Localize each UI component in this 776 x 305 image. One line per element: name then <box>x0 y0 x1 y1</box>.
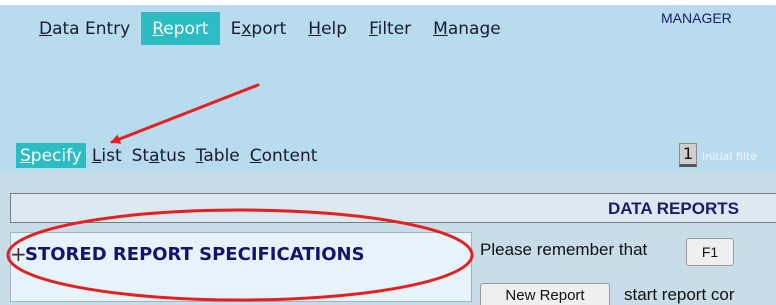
stored-specs-panel[interactable] <box>10 232 472 302</box>
tab-label-prefix: St <box>131 146 150 166</box>
tab-table[interactable]: Table <box>192 143 244 168</box>
expand-plus-icon[interactable]: + <box>10 242 27 266</box>
tab-label-suffix: ontent <box>261 146 318 166</box>
f1-key-button[interactable]: F1 <box>686 238 734 266</box>
menu-label-suffix: anage <box>447 19 501 39</box>
top-border <box>0 0 776 5</box>
page-title: DATA REPORTS <box>608 199 739 218</box>
tab-specify[interactable]: Specify <box>16 143 86 168</box>
menu-label-suffix: port <box>251 19 287 39</box>
tab-content[interactable]: Content <box>246 143 322 168</box>
menu-filter[interactable]: Filter <box>358 12 422 45</box>
tab-accelerator: S <box>20 146 31 166</box>
menu-label-prefix: E <box>230 19 242 39</box>
menu-manage[interactable]: Manage <box>422 12 512 45</box>
stored-specs-label[interactable]: STORED REPORT SPECIFICATIONS <box>25 244 365 265</box>
new-report-button[interactable]: New Report <box>480 283 610 305</box>
menu-accelerator: x <box>241 19 252 39</box>
menu-help[interactable]: Help <box>297 12 358 45</box>
menu-report[interactable]: Report <box>141 12 220 45</box>
menu-accelerator: M <box>433 19 448 39</box>
start-report-text: start report cor <box>624 285 735 304</box>
tab-list[interactable]: List <box>88 143 126 168</box>
menu-accelerator: R <box>152 19 164 39</box>
filter-page-indicator[interactable]: 1 <box>679 143 697 167</box>
menu-accelerator: F <box>369 19 378 39</box>
main-menu: Data Entry Report Export Help Filter Man… <box>28 12 512 45</box>
menu-label-suffix: elp <box>321 19 348 39</box>
menu-label-suffix: eport <box>163 19 209 39</box>
menu-export[interactable]: Export <box>220 12 298 45</box>
tab-label-suffix: able <box>203 146 240 166</box>
initial-filter-text: Initial filte <box>702 150 757 163</box>
remember-text: Please remember that <box>480 240 648 259</box>
menu-accelerator: D <box>39 19 53 39</box>
tab-label-suffix: pecify <box>30 146 82 166</box>
report-submenu: Specify List Status Table Content <box>16 143 323 168</box>
menu-label-suffix: ata Entry <box>52 19 131 39</box>
menu-data-entry[interactable]: Data Entry <box>28 12 141 45</box>
tab-status[interactable]: Status <box>128 143 190 168</box>
menu-accelerator: H <box>308 19 322 39</box>
user-role-label: MANAGER <box>661 10 732 26</box>
tab-accelerator: C <box>249 146 262 166</box>
tab-label-suffix: tus <box>159 146 186 166</box>
tab-accelerator: a <box>149 146 160 166</box>
tab-label-suffix: ist <box>101 146 122 166</box>
menu-label-suffix: ilter <box>377 19 412 39</box>
tab-accelerator: L <box>91 146 102 166</box>
